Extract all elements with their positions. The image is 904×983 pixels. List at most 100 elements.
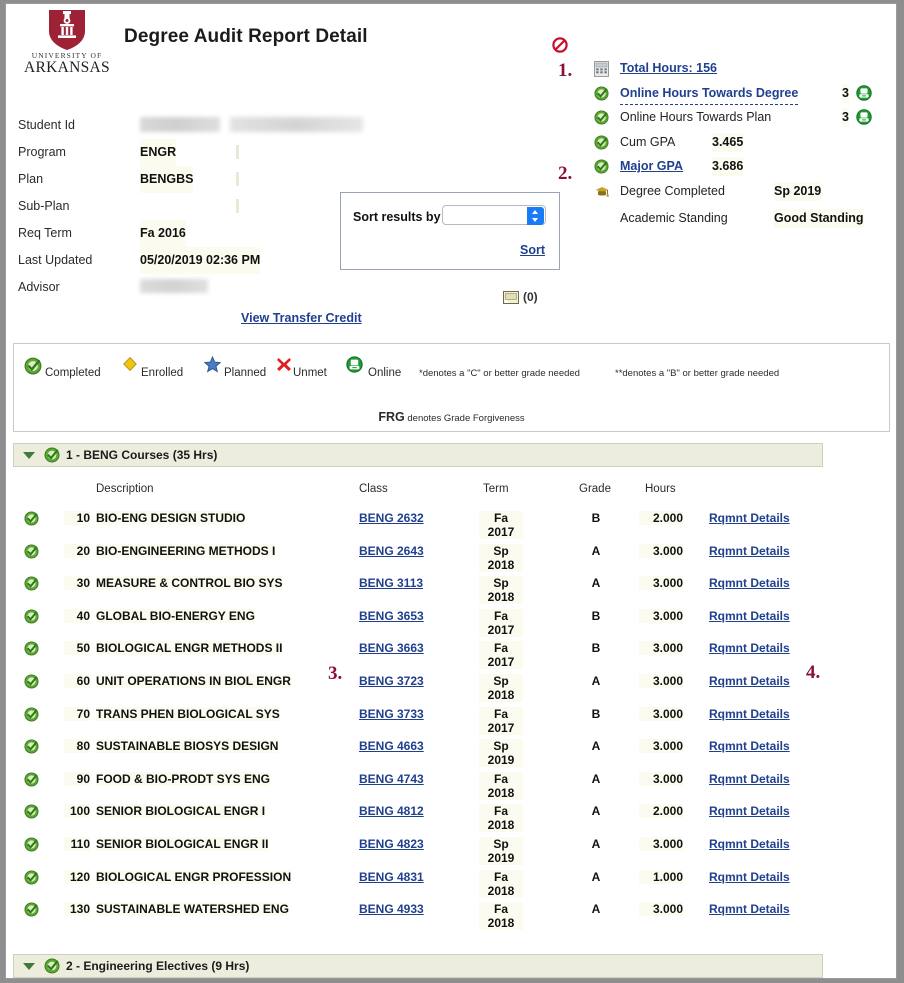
major-gpa-link[interactable]: Major GPA (620, 157, 683, 176)
column-header-hours: Hours (645, 483, 676, 495)
row-rqmnt-details-link[interactable]: Rqmnt Details (709, 641, 790, 655)
row-sequence: 90 (64, 771, 90, 786)
calculator-icon (594, 61, 609, 80)
legend-label-planned: Planned (224, 367, 267, 379)
row-grade: A (591, 771, 601, 786)
row-rqmnt-details-link[interactable]: Rqmnt Details (709, 609, 790, 623)
summary-row-degree-completed: Degree Completed Sp 2019 (594, 181, 894, 209)
summary-row-online-hours-plan: Online Hours Towards Plan 3 (594, 108, 894, 133)
row-rqmnt-details-link[interactable]: Rqmnt Details (709, 804, 790, 818)
column-header-grade: Grade (579, 483, 611, 495)
row-grade: A (591, 576, 601, 591)
table-header-row: Description Class Term Grade Hours (6, 478, 896, 506)
row-class-link[interactable]: BENG 4823 (359, 837, 424, 851)
row-description: SENIOR BIOLOGICAL ENGR I (96, 804, 266, 819)
legend-note-c: *denotes a "C" or better grade needed (419, 368, 580, 379)
info-row-program: Program ENGR (18, 139, 358, 166)
cum-gpa-value: 3.465 (712, 132, 744, 152)
row-rqmnt-details-link[interactable]: Rqmnt Details (709, 870, 790, 884)
info-label: Sub-Plan (18, 199, 70, 213)
row-class-link[interactable]: BENG 3653 (359, 609, 424, 623)
info-row-student-id: Student Id (18, 112, 363, 139)
sort-button[interactable]: Sort (341, 243, 545, 257)
online-hours-degree-link[interactable]: Online Hours Towards Degree (620, 84, 799, 105)
table-row: 130 SUSTAINABLE WATERSHED ENG BENG 4933 Fa … (6, 897, 896, 931)
completed-icon (24, 641, 39, 659)
info-divider (236, 199, 239, 213)
arkansas-shield-icon (49, 10, 85, 50)
row-hours: 3.000 (639, 771, 683, 786)
row-sequence: 20 (64, 543, 90, 558)
completed-icon (24, 870, 39, 888)
row-rqmnt-details-link[interactable]: Rqmnt Details (709, 544, 790, 558)
row-rqmnt-details-link[interactable]: Rqmnt Details (709, 902, 790, 916)
row-sequence: 40 (64, 608, 90, 623)
row-class-link[interactable]: BENG 4663 (359, 739, 424, 753)
total-hours-link[interactable]: Total Hours: 156 (620, 59, 717, 78)
table-row: 60 UNIT OPERATIONS IN BIOL ENGR BENG 3723 S… (6, 669, 896, 702)
row-class-link[interactable]: BENG 3113 (359, 576, 423, 590)
academic-standing-value: Good Standing (774, 208, 864, 228)
row-rqmnt-details-link[interactable]: Rqmnt Details (709, 674, 790, 688)
row-class-link[interactable]: BENG 3723 (359, 674, 424, 688)
collapse-caret-icon[interactable] (23, 452, 35, 459)
completed-icon (44, 447, 60, 466)
info-row-sub-plan: Sub-Plan (18, 193, 358, 220)
row-rqmnt-details-link[interactable]: Rqmnt Details (709, 511, 790, 525)
row-description: TRANS PHEN BIOLOGICAL SYS (96, 706, 280, 721)
completed-icon (594, 134, 609, 153)
sort-select[interactable] (442, 205, 546, 225)
chevron-updown-icon[interactable] (527, 207, 544, 225)
degree-completed-label: Degree Completed (620, 183, 725, 198)
info-label: Student Id (18, 118, 75, 132)
row-hours: 3.000 (639, 608, 683, 623)
notes-indicator[interactable]: (0) (503, 290, 538, 307)
row-sequence: 10 (64, 511, 90, 525)
row-class-link[interactable]: BENG 4812 (359, 804, 424, 818)
completed-icon (24, 902, 39, 920)
legend-note-b: **denotes a "B" or better grade needed (615, 368, 780, 379)
row-sequence: 100 (64, 804, 90, 819)
table-row: 110 SENIOR BIOLOGICAL ENGR II BENG 4823 Sp … (6, 832, 896, 865)
planned-star-icon (203, 355, 222, 376)
redacted-advisor (140, 279, 208, 293)
row-grade: A (591, 869, 601, 884)
row-rqmnt-details-link[interactable]: Rqmnt Details (709, 772, 790, 786)
row-term: Fa 2017 (479, 608, 523, 637)
summary-row-total-hours: Total Hours: 156 (594, 59, 894, 84)
collapse-caret-icon[interactable] (23, 963, 35, 970)
table-row: 40 GLOBAL BIO-ENERGY ENG BENG 3653 Fa 2017 B… (6, 604, 896, 637)
sort-label: Sort results by (353, 210, 441, 224)
row-hours: 3.000 (639, 836, 683, 851)
row-term: Fa 2018 (479, 869, 523, 898)
row-rqmnt-details-link[interactable]: Rqmnt Details (709, 707, 790, 721)
view-transfer-credit-link[interactable]: View Transfer Credit (241, 311, 362, 325)
legend-label-enrolled: Enrolled (141, 367, 184, 379)
student-info-block: Student Id Program ENGR Plan BENGBS Sub-… (18, 112, 363, 301)
legend-label-unmet: Unmet (293, 367, 327, 379)
table-row: 90 FOOD & BIO-PRODT SYS ENG BENG 4743 Fa 20… (6, 767, 896, 800)
row-class-link[interactable]: BENG 4743 (359, 772, 424, 786)
row-class-link[interactable]: BENG 4933 (359, 902, 424, 916)
online-icon (856, 109, 872, 128)
row-class-link[interactable]: BENG 3663 (359, 641, 424, 655)
info-row-last-updated: Last Updated 05/20/2019 02:36 PM (18, 247, 358, 274)
row-hours: 2.000 (639, 511, 683, 525)
completed-icon (24, 357, 42, 378)
row-rqmnt-details-link[interactable]: Rqmnt Details (709, 837, 790, 851)
table-row: 50 BIOLOGICAL ENGR METHODS II BENG 3663 Fa … (6, 636, 896, 670)
section-header-engineering-electives[interactable]: 2 - Engineering Electives (9 Hrs) (13, 954, 823, 978)
row-class-link[interactable]: BENG 4831 (359, 870, 424, 884)
row-rqmnt-details-link[interactable]: Rqmnt Details (709, 576, 790, 590)
info-label: Advisor (18, 280, 60, 294)
note-icon (503, 291, 519, 307)
online-icon (346, 356, 363, 376)
row-description: SENIOR BIOLOGICAL ENGR II (96, 836, 269, 851)
section-title: 2 - Engineering Electives (9 Hrs) (66, 959, 250, 973)
section-header-beng-courses[interactable]: 1 - BENG Courses (35 Hrs) (13, 443, 823, 467)
row-class-link[interactable]: BENG 3733 (359, 707, 424, 721)
row-class-link[interactable]: BENG 2632 (359, 511, 424, 525)
row-rqmnt-details-link[interactable]: Rqmnt Details (709, 739, 790, 753)
row-term: Fa 2018 (479, 902, 523, 931)
row-class-link[interactable]: BENG 2643 (359, 544, 424, 558)
